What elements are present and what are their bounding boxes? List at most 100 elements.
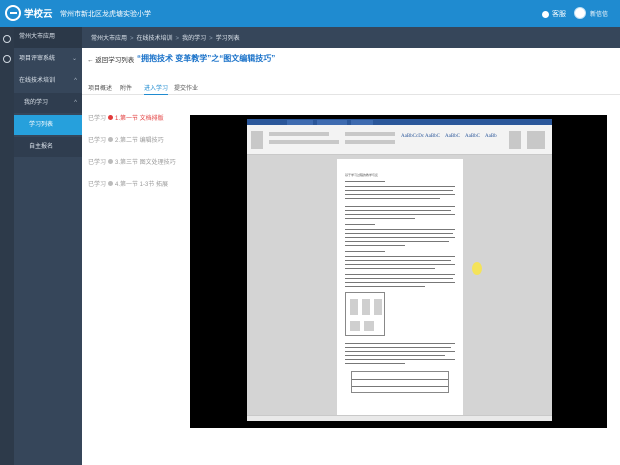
sidebar-item-label: 在线技术培训 [19,78,56,84]
style-preview: AaBbC [445,134,460,139]
sidebar-item-online-training[interactable]: 在线技术培训 ^ [14,71,82,91]
breadcrumb-separator: > [175,36,180,42]
sidebar-item-my-learning[interactable]: 我的学习 ^ [14,93,82,113]
sidebar-header-label: 常州大市应用 [19,34,56,40]
text-line [345,282,455,283]
logo[interactable]: 学校云 [5,5,53,21]
chevron-up-icon: ^ [74,78,77,84]
document-page: 基于学习过程的教学与反 [337,159,463,417]
text-line [345,256,455,257]
text-line [345,224,375,225]
text-line [345,190,453,191]
chapter-label: 2.第二节 编辑技巧 [115,138,164,144]
text-line [345,268,435,269]
chapter-item[interactable]: 已学习 4.第一节 1-3节 拓展 [88,179,168,188]
text-line [345,359,455,360]
text-line [345,286,425,287]
chapter-label: 1.第一节 文档排版 [115,116,164,122]
chapter-item[interactable]: 已学习 2.第二节 编辑技巧 [88,135,164,144]
text-line [345,245,405,246]
chapter-status: 已学习 [88,116,107,122]
chapter-status: 已学习 [88,138,107,144]
figure-part [374,299,382,315]
style-preview: AaBb [485,134,497,139]
text-line [345,343,455,344]
text-line [345,233,453,234]
chapter-item[interactable]: 已学习 3.第三节 图文处理技巧 [88,157,176,166]
icon-rail [0,27,14,465]
customer-service-label: 客服 [552,11,566,18]
style-preview: AaBbCcDc [401,134,425,139]
text-line [345,214,455,215]
logo-text: 学校云 [24,9,53,20]
sidebar-item-self-enroll[interactable]: 自主报名 [14,137,82,157]
school-selector[interactable]: 常州市新北区龙虎塘实验小学 [60,9,151,19]
edit-group-icon [527,131,545,149]
text-line [345,186,455,187]
document-table [351,371,449,393]
paste-icon [251,131,263,149]
user-name[interactable]: 新信信 [590,9,608,18]
tab-start-learning[interactable]: 进入学习 [144,83,169,95]
chapter-label: 3.第三节 图文处理技巧 [115,160,176,166]
chapter-status: 已学习 [88,160,107,166]
sidebar: 常州大市应用 项目评审系统 ⌄ 在线技术培训 ^ 我的学习 ^ 学习列表 自主报… [14,27,82,465]
figure-part [364,321,374,331]
breadcrumb-item[interactable]: 常州大市应用 [91,36,127,42]
customer-service-button[interactable]: 客服 [542,9,566,19]
video-player[interactable]: AaBbCcDc AaBbC AaBbC AaBbC AaBb 基于学习过程的教… [190,115,607,428]
sidebar-item-label: 项目评审系统 [19,56,56,62]
figure-part [350,321,360,331]
chapter-item[interactable]: 已学习 1.第一节 文档排版 [88,113,164,122]
page-title: “拥抱技术 变革教学”之“图文编辑技巧” [137,54,276,63]
breadcrumb: 常州大市应用 > 在线技术培训 > 我的学习 > 学习列表 [91,33,240,42]
table-rule [352,386,448,387]
text-line [345,206,455,207]
text-line [345,347,451,348]
document-heading: 基于学习过程的教学与反 [345,173,379,177]
text-line [345,241,449,242]
tab-attachments[interactable]: 附件 [120,83,132,95]
text-line [345,363,405,364]
paragraph-controls [345,132,395,136]
text-line [345,251,385,252]
breadcrumb-separator: > [130,36,134,42]
text-line [345,264,455,265]
settings-icon[interactable] [3,55,11,63]
tab-submit-homework[interactable]: 提交作业 [174,83,198,95]
text-line [345,274,455,275]
cursor-highlight [472,262,482,275]
back-to-list-link[interactable]: ← 返回学习列表 [87,54,134,64]
figure-part [362,299,370,315]
tab-bar: 项目概述 附件 进入学习 提交作业 [82,83,620,95]
text-line [345,210,451,211]
table-rule [352,379,448,380]
sidebar-item-learning-list[interactable]: 学习列表 [14,115,82,135]
breadcrumb-item[interactable]: 我的学习 [182,36,206,42]
text-line [345,351,455,352]
sidebar-item-project-review[interactable]: 项目评审系统 ⌄ [14,49,82,69]
text-line [345,237,455,238]
word-status-bar [247,415,552,421]
breadcrumb-item: 学习列表 [215,36,240,42]
style-preview: AaBbC [465,134,480,139]
paragraph-controls [345,140,395,144]
text-line [345,181,385,182]
word-window-frame: AaBbCcDc AaBbC AaBbC AaBbC AaBb 基于学习过程的教… [247,119,552,421]
headset-icon [542,10,549,18]
sidebar-header: 常州大市应用 [14,27,82,48]
text-line [345,355,445,356]
figure-part [350,299,358,315]
apps-icon[interactable] [3,35,11,43]
text-line [345,229,455,230]
word-ribbon: AaBbCcDc AaBbC AaBbC AaBbC AaBb [247,125,552,155]
tab-overview[interactable]: 项目概述 [88,83,112,95]
text-line [345,198,440,199]
format-controls [269,140,339,144]
top-bar: 学校云 常州市新北区龙虎塘实验小学 客服 新信信 [0,0,620,27]
avatar[interactable] [574,7,586,19]
status-dot-icon [108,159,114,164]
breadcrumb-separator: > [209,36,213,42]
text-line [345,260,451,261]
breadcrumb-item[interactable]: 在线技术培训 [137,36,173,42]
